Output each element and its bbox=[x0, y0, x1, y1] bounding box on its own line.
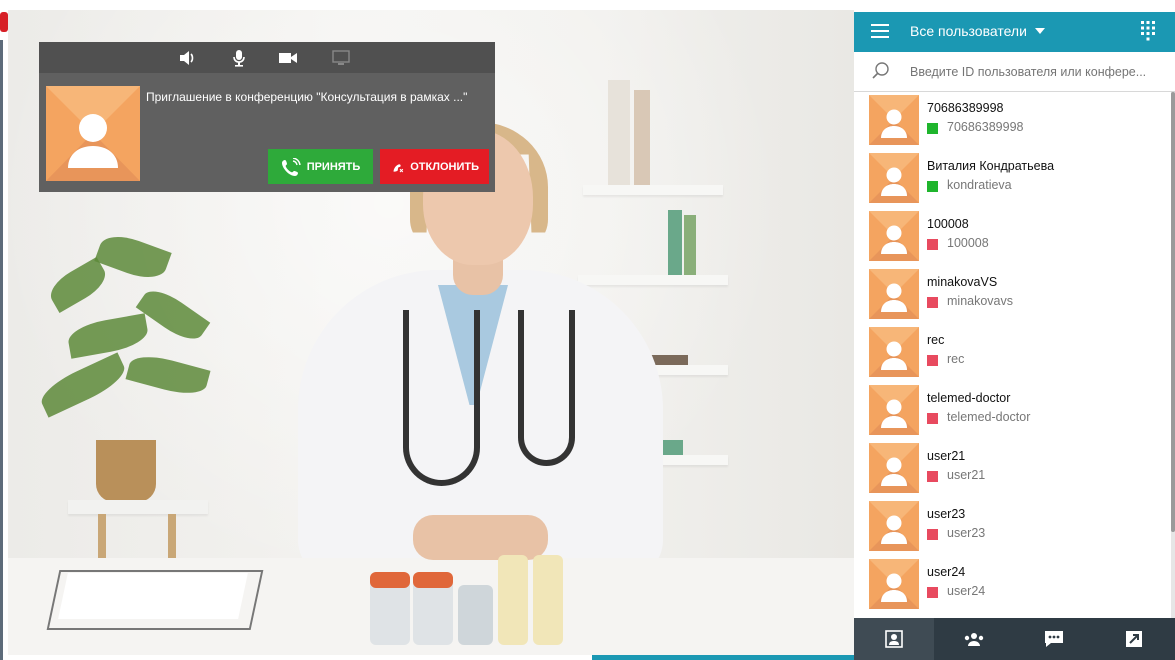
accept-phone-icon bbox=[281, 157, 301, 176]
user-login: telemed-doctor bbox=[947, 410, 1031, 424]
user-list: 70686389998 70686389998 Виталия Кондратьев… bbox=[854, 92, 1171, 618]
user-avatar bbox=[869, 443, 919, 493]
user-login: user21 bbox=[947, 468, 986, 482]
user-list-item[interactable]: 100008 100008 bbox=[854, 208, 1171, 266]
decline-phone-icon bbox=[393, 163, 404, 172]
user-name: 100008 bbox=[927, 217, 969, 231]
accept-call-button[interactable]: ПРИНЯТЬ bbox=[268, 149, 373, 184]
screen-share-icon[interactable] bbox=[330, 48, 352, 68]
user-list-item[interactable]: user23 user23 bbox=[854, 498, 1171, 556]
panel-title: Все пользователи bbox=[910, 23, 1027, 39]
chat-icon bbox=[1045, 631, 1063, 647]
decline-label: ОТКЛОНИТЬ bbox=[410, 160, 479, 173]
panel-bottom-bar bbox=[854, 618, 1175, 660]
user-name: user23 bbox=[927, 507, 966, 521]
hamburger-menu-icon[interactable] bbox=[871, 24, 889, 38]
user-list-item[interactable]: user21 user21 bbox=[854, 440, 1171, 498]
status-indicator bbox=[927, 239, 938, 250]
user-name: telemed-doctor bbox=[927, 391, 1011, 405]
app-logo-fragment bbox=[0, 12, 8, 32]
decline-call-button[interactable]: ОТКЛОНИТЬ bbox=[380, 149, 489, 184]
status-indicator bbox=[927, 297, 938, 308]
user-list-item[interactable]: Виталия Кондратьева kondratieva bbox=[854, 150, 1171, 208]
user-list-item[interactable]: 70686389998 70686389998 bbox=[854, 92, 1171, 150]
dialpad-icon[interactable] bbox=[1140, 20, 1156, 47]
user-name: user21 bbox=[927, 449, 966, 463]
user-login: 70686389998 bbox=[947, 120, 1024, 134]
status-indicator bbox=[927, 123, 938, 134]
accept-label: ПРИНЯТЬ bbox=[306, 160, 361, 173]
window-edge bbox=[0, 40, 3, 660]
user-avatar bbox=[869, 211, 919, 261]
user-list-item[interactable]: telemed-doctor telemed-doctor bbox=[854, 382, 1171, 440]
microphone-icon[interactable] bbox=[228, 48, 250, 68]
user-name: Виталия Кондратьева bbox=[927, 159, 1055, 173]
user-avatar bbox=[869, 327, 919, 377]
user-list-item[interactable]: rec rec bbox=[854, 324, 1171, 382]
user-avatar bbox=[869, 559, 919, 609]
call-history-icon bbox=[1126, 631, 1142, 647]
panel-header: Все пользователи bbox=[854, 12, 1175, 52]
users-panel: Все пользователи 70686389998 70686389998 В… bbox=[854, 12, 1175, 660]
user-name: minakovaVS bbox=[927, 275, 998, 289]
user-name: 70686389998 bbox=[927, 101, 1004, 115]
user-avatar bbox=[869, 385, 919, 435]
user-list-item[interactable]: minakovaVS minakovavs bbox=[854, 266, 1171, 324]
user-name: user24 bbox=[927, 565, 966, 579]
status-strip bbox=[592, 655, 854, 660]
user-login: rec bbox=[947, 352, 965, 366]
status-indicator bbox=[927, 355, 938, 366]
user-avatar bbox=[869, 501, 919, 551]
user-login: kondratieva bbox=[947, 178, 1012, 192]
group-icon bbox=[964, 633, 984, 646]
user-filter-dropdown[interactable]: Все пользователи bbox=[910, 23, 1045, 39]
search-input[interactable] bbox=[908, 61, 1170, 83]
tab-chats[interactable] bbox=[1014, 618, 1094, 660]
user-list-item[interactable]: user24 user24 bbox=[854, 556, 1171, 614]
invitation-message: Приглашение в конференцию "Консультация … bbox=[146, 90, 468, 104]
status-indicator bbox=[927, 587, 938, 598]
tab-call-history[interactable] bbox=[1094, 618, 1174, 660]
user-login: user23 bbox=[947, 526, 986, 540]
scrollbar-thumb[interactable] bbox=[1171, 92, 1175, 532]
status-indicator bbox=[927, 181, 938, 192]
tab-groups[interactable] bbox=[934, 618, 1014, 660]
chevron-down-icon bbox=[1034, 28, 1045, 34]
tab-contacts[interactable] bbox=[854, 618, 934, 660]
user-login: minakovavs bbox=[947, 294, 1013, 308]
contacts-icon bbox=[885, 630, 903, 648]
user-avatar bbox=[869, 153, 919, 203]
status-indicator bbox=[927, 471, 938, 482]
user-name: rec bbox=[927, 333, 945, 347]
user-login: user24 bbox=[947, 584, 986, 598]
notification-toolbar bbox=[39, 42, 495, 73]
user-login: 100008 bbox=[947, 236, 989, 250]
user-avatar bbox=[869, 269, 919, 319]
user-avatar bbox=[869, 95, 919, 145]
caller-avatar bbox=[46, 86, 140, 181]
status-indicator bbox=[927, 529, 938, 540]
camera-icon[interactable] bbox=[277, 48, 299, 68]
user-search-bar[interactable] bbox=[854, 52, 1175, 92]
status-indicator bbox=[927, 413, 938, 424]
speaker-icon[interactable] bbox=[176, 48, 198, 68]
search-icon bbox=[872, 62, 890, 85]
conference-invitation-popup: Приглашение в конференцию "Консультация … bbox=[39, 42, 495, 192]
